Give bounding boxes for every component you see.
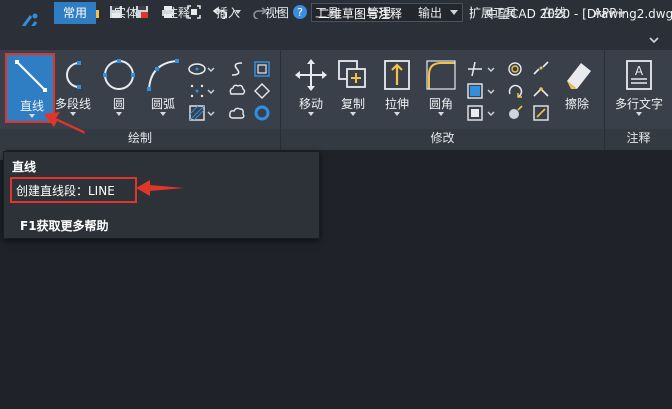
arrow-to-tooltip — [136, 180, 184, 196]
cad-window: ? 二维草图与注释 中望CAD 2020 - [Drawing2.dwg] 常用… — [0, 0, 672, 409]
annotation-arrows — [44, 112, 184, 196]
arrow-to-line-button — [44, 112, 85, 134]
